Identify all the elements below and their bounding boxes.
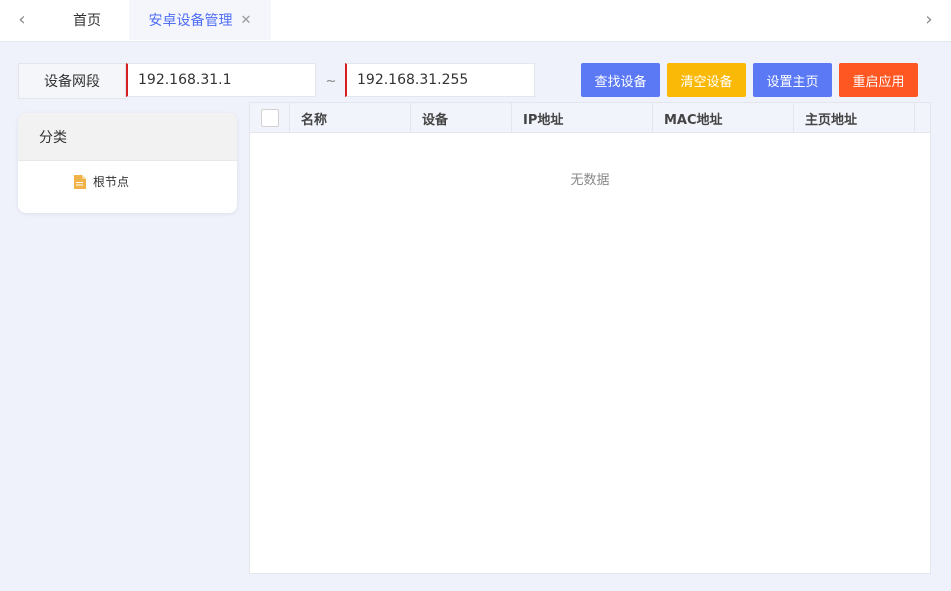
tree-node-label: 根节点 bbox=[93, 175, 130, 189]
column-header-mac[interactable]: MAC地址 bbox=[653, 103, 794, 133]
ip-end-input[interactable] bbox=[345, 63, 535, 97]
tab-home[interactable]: 首页 bbox=[46, 0, 128, 40]
range-separator: ~ bbox=[325, 73, 337, 89]
device-table: 名称 设备 IP地址 MAC地址 主页地址 无数据 bbox=[249, 102, 931, 574]
empty-state-text: 无数据 bbox=[570, 173, 610, 188]
chevron-right-icon[interactable]: › bbox=[907, 0, 951, 38]
chevron-left-icon[interactable]: ‹ bbox=[0, 0, 44, 38]
column-header-device[interactable]: 设备 bbox=[411, 103, 512, 133]
select-all-cell bbox=[250, 103, 290, 133]
tree-node-root[interactable]: 根节点 bbox=[74, 173, 129, 190]
file-icon bbox=[74, 174, 86, 189]
category-panel: 分类 根节点 bbox=[18, 113, 237, 213]
set-homepage-button[interactable]: 设置主页 bbox=[753, 63, 832, 97]
column-header-homepage[interactable]: 主页地址 bbox=[794, 103, 915, 133]
ip-start-input[interactable] bbox=[126, 63, 316, 97]
select-all-checkbox[interactable] bbox=[260, 109, 279, 127]
close-icon[interactable]: ✕ bbox=[241, 13, 252, 28]
clear-devices-button[interactable]: 清空设备 bbox=[667, 63, 746, 97]
column-header-ip[interactable]: IP地址 bbox=[512, 103, 653, 133]
table-header: 名称 设备 IP地址 MAC地址 主页地址 bbox=[250, 103, 930, 133]
tab-android-device-management[interactable]: 安卓设备管理 ✕ bbox=[129, 0, 271, 40]
ip-range-label: 设备网段 bbox=[18, 63, 126, 99]
find-devices-button[interactable]: 查找设备 bbox=[581, 63, 660, 97]
tab-home-label: 首页 bbox=[73, 13, 101, 29]
category-title: 分类 bbox=[18, 113, 237, 161]
restart-app-button[interactable]: 重启应用 bbox=[839, 63, 918, 97]
tab-active-label: 安卓设备管理 bbox=[148, 13, 233, 29]
column-header-name[interactable]: 名称 bbox=[290, 103, 411, 133]
tab-bar: ‹ 首页 安卓设备管理 ✕ › bbox=[0, 0, 951, 42]
